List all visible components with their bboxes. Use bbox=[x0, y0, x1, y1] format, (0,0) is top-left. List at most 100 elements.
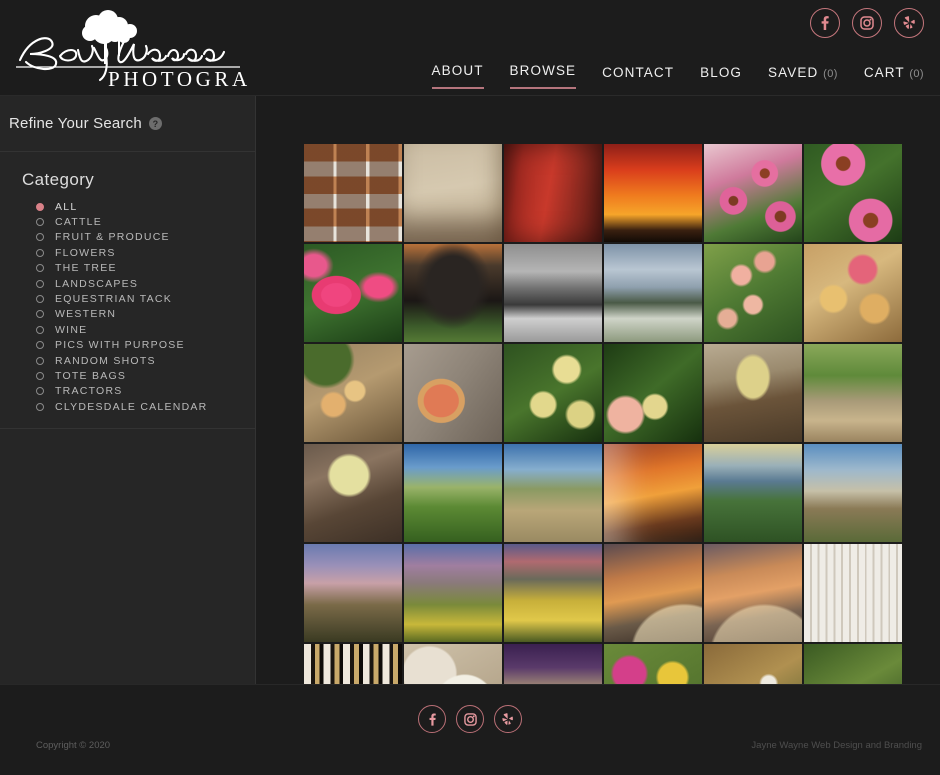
yelp-icon[interactable] bbox=[494, 705, 522, 733]
radio-icon bbox=[36, 218, 44, 227]
radio-icon bbox=[36, 341, 44, 350]
category-option-landscapes[interactable]: LANDSCAPES bbox=[22, 276, 255, 291]
gallery-tile-apple-basket-stone[interactable] bbox=[304, 344, 402, 442]
footer-social-links bbox=[418, 705, 522, 733]
gallery-thumbnail-image bbox=[504, 344, 602, 442]
category-option-label: CLYDESDALE CALENDAR bbox=[55, 400, 208, 413]
gallery-tile-reining-book-page[interactable] bbox=[404, 144, 502, 242]
gallery-tile-cattails-blue-sky[interactable] bbox=[404, 444, 502, 542]
gallery-tile-saguaro-rocks[interactable] bbox=[804, 444, 902, 542]
category-option-label: FLOWERS bbox=[55, 246, 116, 259]
gallery-thumbnail-image bbox=[304, 344, 402, 442]
nav-item-contact[interactable]: CONTACT bbox=[602, 65, 674, 89]
gallery-tile-single-apple-wood[interactable] bbox=[404, 344, 502, 442]
instagram-glyph bbox=[463, 712, 477, 726]
gallery-thumbnail-image bbox=[304, 544, 402, 642]
gallery-tile-desert-wildflowers-dusk[interactable] bbox=[404, 544, 502, 642]
gallery-thumbnail-image bbox=[604, 644, 702, 684]
instagram-icon[interactable] bbox=[456, 705, 484, 733]
category-option-fruit-produce[interactable]: FRUIT & PRODUCE bbox=[22, 230, 255, 245]
gallery-tile-desert-mountains[interactable] bbox=[704, 444, 802, 542]
gallery-thumbnail-image bbox=[604, 444, 702, 542]
nav-item-cart[interactable]: CART (0) bbox=[864, 65, 924, 89]
gallery-tile-coneflowers-pink-field[interactable] bbox=[704, 144, 802, 242]
gallery-thumbnail-image bbox=[404, 344, 502, 442]
site-logo[interactable]: PHOTOGRAPHY bbox=[8, 4, 248, 92]
instagram-icon[interactable] bbox=[852, 8, 882, 38]
gallery-tile-black-angus-cattle[interactable] bbox=[404, 244, 502, 342]
gallery-tile-white-blossoms-a[interactable] bbox=[704, 644, 802, 684]
gallery-tile-coneflowers-closeup[interactable] bbox=[804, 144, 902, 242]
gallery-tile-apples-on-tree[interactable] bbox=[704, 244, 802, 342]
nav-item-saved[interactable]: SAVED (0) bbox=[768, 65, 838, 89]
gallery-tile-flower-bouquet[interactable] bbox=[604, 644, 702, 684]
category-option-tractors[interactable]: TRACTORS bbox=[22, 384, 255, 399]
gallery-thumbnail-image bbox=[404, 444, 502, 542]
gallery-tile-orchard-color[interactable] bbox=[604, 244, 702, 342]
category-option-label: RANDOM SHOTS bbox=[55, 354, 156, 367]
gallery-tile-orchard-bw[interactable] bbox=[504, 244, 602, 342]
gallery-tile-apple-crate-wood[interactable] bbox=[704, 344, 802, 442]
page-root: PHOTOGRAPHY bbox=[0, 0, 940, 775]
facebook-icon[interactable] bbox=[418, 705, 446, 733]
category-option-label: TOTE BAGS bbox=[55, 369, 127, 382]
refine-search-header: Refine Your Search ? bbox=[0, 96, 255, 152]
category-option-label: LANDSCAPES bbox=[55, 277, 139, 290]
yelp-glyph bbox=[502, 712, 513, 725]
gallery-tile-birch-trees-strip[interactable] bbox=[304, 644, 402, 684]
gallery-tile-rainbow-desert-a[interactable] bbox=[604, 544, 702, 642]
gallery-tile-golden-apples-foliage[interactable] bbox=[504, 344, 602, 442]
nav-item-blog[interactable]: BLOG bbox=[700, 65, 742, 89]
category-option-pics-with-purpose[interactable]: PICS WITH PURPOSE bbox=[22, 338, 255, 353]
radio-icon bbox=[36, 295, 44, 304]
gallery-thumbnail-image bbox=[304, 144, 402, 242]
nav-item-about[interactable]: ABOUT bbox=[431, 63, 484, 89]
nav-label: SAVED bbox=[768, 65, 819, 80]
category-option-all[interactable]: ALL bbox=[22, 199, 255, 214]
gallery-thumbnail-image bbox=[504, 544, 602, 642]
category-option-tote-bags[interactable]: TOTE BAGS bbox=[22, 368, 255, 383]
facebook-icon[interactable] bbox=[810, 8, 840, 38]
gallery-thumbnail-image bbox=[804, 644, 902, 684]
cart-count: (0) bbox=[909, 68, 924, 80]
gallery-thumbnail-image bbox=[304, 644, 402, 684]
gallery-tile-white-blossoms-b[interactable] bbox=[804, 644, 902, 684]
gallery-tile-purple-blur[interactable] bbox=[504, 644, 602, 684]
category-option-random-shots[interactable]: RANDOM SHOTS bbox=[22, 353, 255, 368]
gallery-tile-desert-sunset-text[interactable] bbox=[604, 444, 702, 542]
gallery-thumbnail-image bbox=[504, 444, 602, 542]
nav-label: CART bbox=[863, 65, 905, 80]
yelp-icon[interactable] bbox=[894, 8, 924, 38]
photo-grid bbox=[304, 144, 904, 684]
gallery-tile-orchard-harvest[interactable] bbox=[804, 344, 902, 442]
category-option-the-tree[interactable]: THE TREE bbox=[22, 261, 255, 276]
gallery-tile-horse-contact-sheet[interactable] bbox=[304, 144, 402, 242]
category-option-flowers[interactable]: FLOWERS bbox=[22, 245, 255, 260]
category-option-western[interactable]: WESTERN bbox=[22, 307, 255, 322]
gallery-tile-red-gas-pump-ethyl[interactable] bbox=[504, 144, 602, 242]
nav-item-browse[interactable]: BROWSE bbox=[509, 63, 577, 89]
gallery-tile-apples-in-basket[interactable] bbox=[804, 244, 902, 342]
category-option-label: CATTLE bbox=[55, 216, 102, 229]
category-option-label: THE TREE bbox=[55, 262, 117, 275]
category-option-cattle[interactable]: CATTLE bbox=[22, 214, 255, 229]
category-option-equestrian-tack[interactable]: EQUESTRIAN TACK bbox=[22, 291, 255, 306]
help-icon[interactable]: ? bbox=[148, 117, 162, 130]
copyright-text: Copyright © 2020 bbox=[36, 740, 111, 751]
gallery-tile-brittlebush-sunset[interactable] bbox=[504, 544, 602, 642]
gallery-tile-windmill-sunset[interactable] bbox=[604, 144, 702, 242]
category-option-clydesdale-calendar[interactable]: CLYDESDALE CALENDAR bbox=[22, 399, 255, 414]
gallery-thumbnail-image bbox=[404, 544, 502, 642]
gallery-tile-country-road[interactable] bbox=[504, 444, 602, 542]
gallery-thumbnail-image bbox=[504, 244, 602, 342]
gallery-tile-white-texture-tree[interactable] bbox=[804, 544, 902, 642]
design-credit-text: Jayne Wayne Web Design and Branding bbox=[751, 740, 922, 751]
gallery-thumbnail-image bbox=[504, 644, 602, 684]
gallery-tile-apples-branch-leaves[interactable] bbox=[604, 344, 702, 442]
category-option-wine[interactable]: WINE bbox=[22, 322, 255, 337]
gallery-tile-apple-bin-twigs[interactable] bbox=[304, 444, 402, 542]
gallery-tile-pink-tulips[interactable] bbox=[304, 244, 402, 342]
gallery-tile-rainbow-desert-b[interactable] bbox=[704, 544, 802, 642]
gallery-tile-saguaro-dusk[interactable] bbox=[304, 544, 402, 642]
gallery-tile-baseballs[interactable] bbox=[404, 644, 502, 684]
